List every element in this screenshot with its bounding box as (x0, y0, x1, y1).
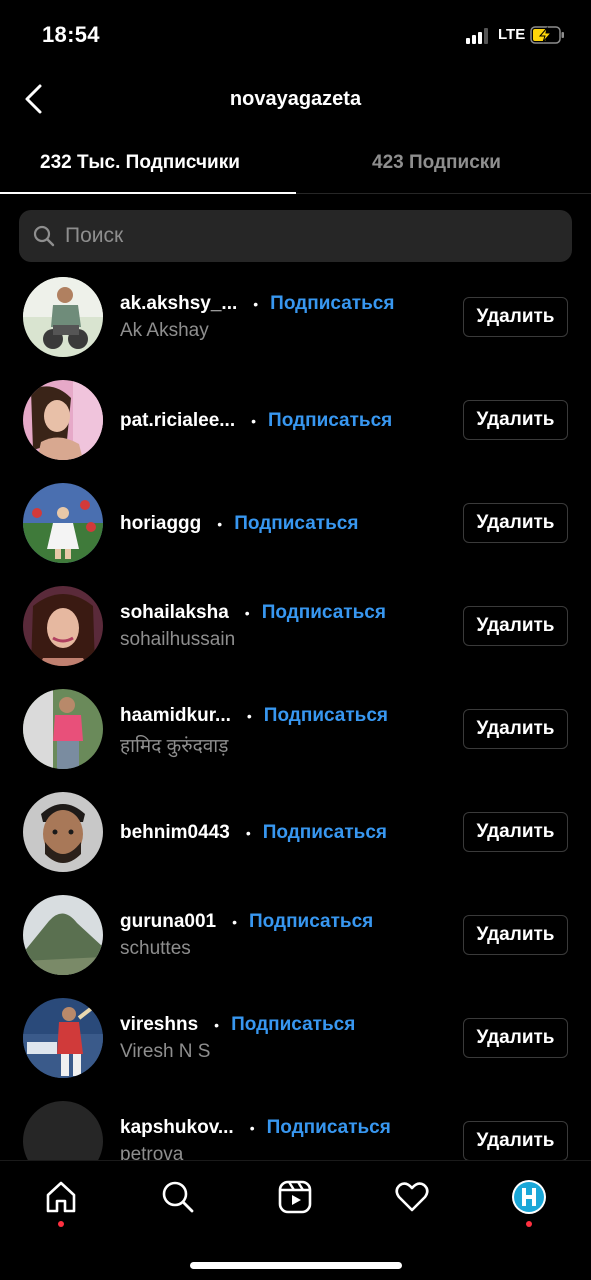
reels-icon[interactable] (277, 1179, 313, 1215)
remove-button[interactable]: Удалить (463, 297, 568, 337)
separator-dot: • (251, 413, 257, 429)
notification-dot (58, 1221, 64, 1227)
list-item[interactable]: horiaggg • Подписаться Удалить (0, 471, 591, 574)
network-type: LTE (498, 26, 526, 43)
avatar[interactable] (23, 792, 103, 872)
separator-dot: • (244, 605, 250, 621)
follow-button[interactable]: Подписаться (262, 602, 386, 624)
search-bar[interactable] (19, 210, 572, 262)
page-title: novayagazeta (229, 88, 362, 110)
remove-button[interactable]: Удалить (463, 812, 568, 852)
cellular-signal-icon (466, 28, 492, 44)
follow-button[interactable]: Подписаться (249, 911, 373, 933)
header: novayagazeta (0, 70, 591, 130)
list-item[interactable]: sohailaksha • Подписаться sohailhussain … (0, 574, 591, 677)
avatar[interactable] (23, 483, 103, 563)
bottom-tab-bar (0, 1160, 591, 1280)
active-tab-indicator (0, 192, 296, 194)
username[interactable]: haamidkur... (120, 705, 231, 727)
follow-button[interactable]: Подписаться (268, 410, 392, 432)
separator-dot: • (217, 516, 223, 532)
avatar[interactable] (23, 586, 103, 666)
username[interactable]: guruna001 (120, 911, 216, 933)
list-item[interactable]: ak.akshsy_... • Подписаться Ak Akshay Уд… (0, 265, 591, 368)
full-name: हामिद कुरुंदवाड़ (120, 736, 229, 757)
tab-followers[interactable]: 232 Тыс. Подписчики (40, 152, 240, 174)
avatar[interactable] (23, 380, 103, 460)
separator-dot: • (232, 914, 237, 930)
status-bar: 18:54 LTE (0, 0, 591, 70)
username[interactable]: pat.ricialee... (120, 410, 235, 432)
username[interactable]: horiaggg (120, 513, 201, 535)
list-item[interactable]: pat.ricialee... • Подписаться Удалить (0, 368, 591, 471)
battery-charging-icon (530, 26, 564, 44)
list-item[interactable]: vireshns • Подписаться Viresh N S Удалит… (0, 986, 591, 1089)
avatar[interactable] (23, 998, 103, 1078)
remove-button[interactable]: Удалить (463, 400, 568, 440)
follow-button[interactable]: Подписаться (231, 1014, 355, 1036)
remove-button[interactable]: Удалить (463, 709, 568, 749)
avatar[interactable] (23, 277, 103, 357)
username[interactable]: ak.akshsy_... (120, 293, 237, 315)
search-input[interactable] (65, 210, 545, 262)
avatar[interactable] (23, 895, 103, 975)
remove-button[interactable]: Удалить (463, 1121, 568, 1161)
separator-dot: • (253, 296, 259, 312)
full-name: schuttes (120, 938, 191, 959)
remove-button[interactable]: Удалить (463, 503, 568, 543)
status-time: 18:54 (42, 22, 100, 47)
username[interactable]: sohailaksha (120, 602, 229, 624)
tabs: 232 Тыс. Подписчики 423 Подписки (0, 140, 591, 194)
heart-icon[interactable] (394, 1179, 430, 1215)
separator-dot: • (249, 1120, 255, 1136)
notification-dot (526, 1221, 532, 1227)
full-name: Ak Akshay (120, 320, 209, 341)
username[interactable]: kapshukov... (120, 1117, 234, 1139)
separator-dot: • (246, 708, 252, 724)
follow-button[interactable]: Подписаться (234, 513, 358, 535)
separator-dot: • (245, 825, 251, 841)
remove-button[interactable]: Удалить (463, 1018, 568, 1058)
remove-button[interactable]: Удалить (463, 915, 568, 955)
separator-dot: • (214, 1017, 220, 1033)
full-name: sohailhussain (120, 629, 236, 650)
home-icon[interactable] (43, 1179, 79, 1215)
search-icon[interactable] (160, 1179, 196, 1215)
full-name: Viresh N S (120, 1041, 211, 1062)
username[interactable]: behnim0443 (120, 822, 230, 844)
follow-button[interactable]: Подписаться (263, 822, 387, 844)
list-item[interactable]: haamidkur... • Подписаться हामिद कुरुंदव… (0, 677, 591, 780)
profile-avatar[interactable] (511, 1179, 547, 1215)
follow-button[interactable]: Подписаться (270, 293, 394, 315)
avatar[interactable] (23, 689, 103, 769)
list-item[interactable]: behnim0443 • Подписаться Удалить (0, 780, 591, 883)
search-icon (33, 225, 55, 247)
follow-button[interactable]: Подписаться (267, 1117, 391, 1139)
tab-following[interactable]: 423 Подписки (372, 152, 501, 174)
home-indicator[interactable] (190, 1262, 402, 1269)
list-item[interactable]: guruna001 • Подписаться schuttes Удалить (0, 883, 591, 986)
follow-button[interactable]: Подписаться (264, 705, 388, 727)
username[interactable]: vireshns (120, 1014, 198, 1036)
remove-button[interactable]: Удалить (463, 606, 568, 646)
